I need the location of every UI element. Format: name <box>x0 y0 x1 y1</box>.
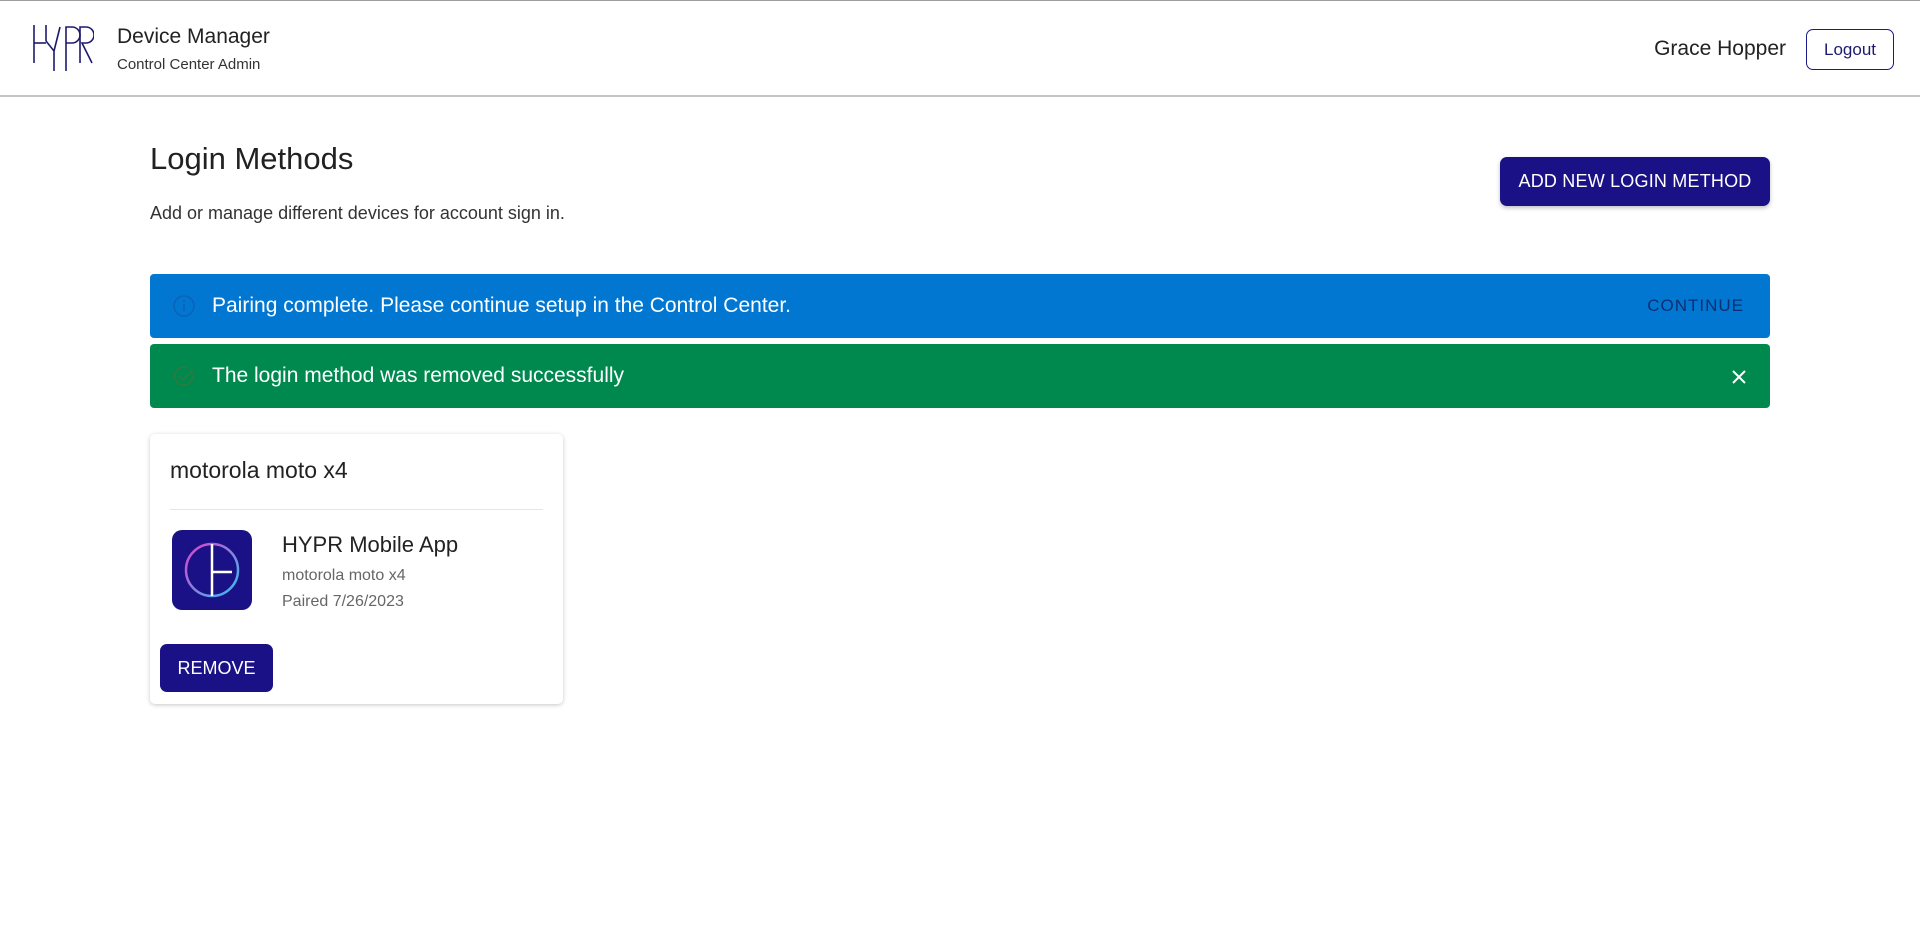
hypr-app-icon <box>172 530 252 610</box>
hypr-logo <box>32 23 95 73</box>
add-login-method-button[interactable]: ADD NEW LOGIN METHOD <box>1500 157 1770 206</box>
app-subtitle: Control Center Admin <box>117 56 261 73</box>
login-method-name: HYPR Mobile App <box>282 532 459 557</box>
app-header: Device Manager Control Center Admin Grac… <box>0 0 1920 97</box>
remove-button[interactable]: REMOVE <box>160 644 273 692</box>
info-icon <box>172 294 196 318</box>
success-alert: The login method was removed successfull… <box>150 344 1770 408</box>
login-method-paired-date: Paired 7/26/2023 <box>282 593 404 610</box>
page-title: Login Methods <box>150 141 354 176</box>
device-card: motorola moto x4 HYPR Mobile App motorol… <box>150 434 563 704</box>
success-alert-text: The login method was removed successfull… <box>212 364 625 387</box>
info-alert: Pairing complete. Please continue setup … <box>150 274 1770 338</box>
continue-button[interactable]: CONTINUE <box>1647 296 1744 316</box>
page-description: Add or manage different devices for acco… <box>150 203 565 223</box>
info-alert-text: Pairing complete. Please continue setup … <box>212 294 792 317</box>
app-title: Device Manager <box>117 25 270 48</box>
check-circle-icon <box>172 364 196 388</box>
logout-button[interactable]: Logout <box>1806 29 1894 70</box>
device-card-title: motorola moto x4 <box>170 457 348 483</box>
user-name: Grace Hopper <box>1654 37 1786 60</box>
close-alert-button[interactable] <box>1724 362 1754 392</box>
close-icon <box>1732 370 1746 384</box>
card-divider <box>170 509 543 510</box>
login-method-device: motorola moto x4 <box>282 567 406 584</box>
